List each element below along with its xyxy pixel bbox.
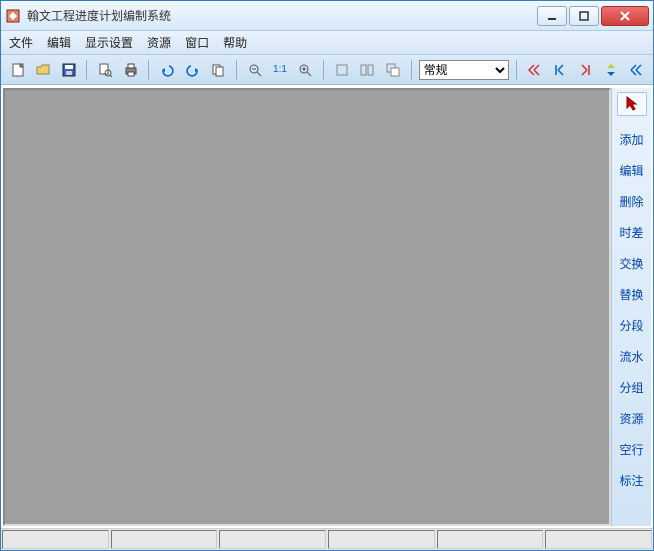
- side-panel: 添加 编辑 删除 时差 交换 替换 分段 流水 分组 资源 空行 标注: [611, 88, 651, 526]
- new-button[interactable]: [7, 59, 28, 81]
- separator: [411, 60, 412, 80]
- status-cell-1: [2, 530, 109, 549]
- side-segment[interactable]: 分段: [612, 310, 651, 341]
- separator: [323, 60, 324, 80]
- side-group[interactable]: 分组: [612, 372, 651, 403]
- copy-button[interactable]: [207, 59, 228, 81]
- save-button[interactable]: [58, 59, 79, 81]
- cursor-tool[interactable]: [617, 92, 647, 116]
- side-delete[interactable]: 删除: [612, 186, 651, 217]
- titlebar: 翰文工程进度计划编制系统: [1, 1, 653, 31]
- menu-display[interactable]: 显示设置: [85, 34, 133, 51]
- menu-edit[interactable]: 编辑: [47, 34, 71, 51]
- app-window: 翰文工程进度计划编制系统 文件 编辑 显示设置 资源 窗口 帮助 1:1: [0, 0, 654, 551]
- window-title: 翰文工程进度计划编制系统: [27, 7, 537, 24]
- undo-button[interactable]: [156, 59, 177, 81]
- side-timediff[interactable]: 时差: [612, 217, 651, 248]
- nav-next-button[interactable]: [575, 59, 596, 81]
- redo-button[interactable]: [182, 59, 203, 81]
- zoomout-button[interactable]: [244, 59, 265, 81]
- status-cell-5: [437, 530, 544, 549]
- zoomin-button[interactable]: [295, 59, 316, 81]
- status-cell-6: [545, 530, 652, 549]
- close-button[interactable]: [601, 6, 649, 26]
- status-cell-4: [328, 530, 435, 549]
- menu-resource[interactable]: 资源: [147, 34, 171, 51]
- zoom-11-button[interactable]: 1:1: [269, 59, 290, 81]
- toolbar: 1:1 常规: [1, 55, 653, 85]
- nav-prev-button[interactable]: [549, 59, 570, 81]
- side-flow[interactable]: 流水: [612, 341, 651, 372]
- status-cell-2: [111, 530, 218, 549]
- nav-last-button[interactable]: [626, 59, 647, 81]
- status-cell-3: [219, 530, 326, 549]
- minimize-button[interactable]: [537, 6, 567, 26]
- maximize-button[interactable]: [569, 6, 599, 26]
- nav-updown-button[interactable]: [600, 59, 621, 81]
- separator: [236, 60, 237, 80]
- side-annotate[interactable]: 标注: [612, 465, 651, 496]
- mode-dropdown[interactable]: 常规: [419, 60, 509, 80]
- side-replace[interactable]: 替换: [612, 279, 651, 310]
- side-edit[interactable]: 编辑: [612, 155, 651, 186]
- side-resource[interactable]: 资源: [612, 403, 651, 434]
- menu-file[interactable]: 文件: [9, 34, 33, 51]
- window-cascade-button[interactable]: [382, 59, 403, 81]
- window-single-button[interactable]: [331, 59, 352, 81]
- canvas-area[interactable]: [3, 88, 611, 526]
- app-icon: [5, 8, 21, 24]
- side-add[interactable]: 添加: [612, 124, 651, 155]
- print-button[interactable]: [120, 59, 141, 81]
- window-tile-button[interactable]: [357, 59, 378, 81]
- side-swap[interactable]: 交换: [612, 248, 651, 279]
- separator: [516, 60, 517, 80]
- menu-window[interactable]: 窗口: [185, 34, 209, 51]
- menu-help[interactable]: 帮助: [223, 34, 247, 51]
- preview-button[interactable]: [94, 59, 115, 81]
- content-area: 添加 编辑 删除 时差 交换 替换 分段 流水 分组 资源 空行 标注: [1, 85, 653, 528]
- open-button[interactable]: [32, 59, 53, 81]
- separator: [148, 60, 149, 80]
- statusbar: [1, 528, 653, 550]
- menubar: 文件 编辑 显示设置 资源 窗口 帮助: [1, 31, 653, 55]
- side-blank[interactable]: 空行: [612, 434, 651, 465]
- separator: [86, 60, 87, 80]
- nav-first-button[interactable]: [524, 59, 545, 81]
- mode-select[interactable]: 常规: [419, 60, 509, 80]
- window-controls: [537, 6, 649, 26]
